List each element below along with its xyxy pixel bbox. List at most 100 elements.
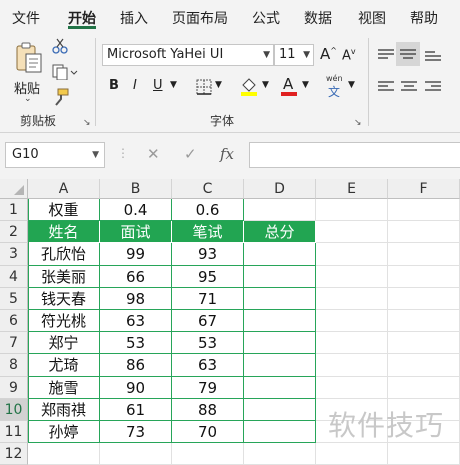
align-middle-button[interactable] (396, 42, 420, 66)
cell[interactable] (316, 443, 388, 465)
name-cell[interactable]: 钱天春 (28, 287, 100, 310)
name-cell[interactable]: 符光桃 (28, 310, 100, 333)
written-score-cell[interactable]: 79 (172, 376, 244, 399)
row-header[interactable]: 8 (0, 354, 28, 377)
total-score-cell[interactable] (244, 287, 316, 310)
total-score-cell[interactable] (244, 398, 316, 421)
cell[interactable] (28, 443, 100, 465)
name-cell[interactable]: 孔欣怡 (28, 243, 100, 266)
tab-formulas[interactable]: 公式 (252, 8, 280, 28)
cell[interactable] (316, 287, 388, 310)
name-cell[interactable]: 施雪 (28, 376, 100, 399)
interview-score-cell[interactable]: 98 (100, 287, 172, 310)
tab-page-layout[interactable]: 页面布局 (172, 8, 228, 28)
bold-button[interactable]: B (109, 78, 119, 93)
format-painter-icon[interactable] (52, 88, 70, 106)
row-header[interactable]: 6 (0, 310, 28, 333)
fill-color-icon[interactable] (240, 76, 258, 96)
align-top-icon[interactable] (377, 48, 395, 62)
cell[interactable] (316, 221, 388, 244)
written-score-cell[interactable]: 95 (172, 265, 244, 288)
row-header[interactable]: 5 (0, 287, 28, 310)
interview-header-cell[interactable]: 面试 (100, 221, 172, 244)
align-right-icon[interactable] (424, 80, 442, 94)
tab-file[interactable]: 文件 (12, 8, 40, 28)
row-header[interactable]: 3 (0, 243, 28, 266)
written-score-cell[interactable]: 88 (172, 398, 244, 421)
column-header[interactable]: D (244, 179, 316, 199)
row-header[interactable]: 1 (0, 199, 28, 222)
cell[interactable] (316, 199, 388, 222)
column-header[interactable]: E (316, 179, 388, 199)
font-launcher-icon[interactable]: ↘ (354, 118, 362, 128)
column-header[interactable]: C (172, 179, 244, 199)
cell[interactable] (316, 243, 388, 266)
cell[interactable] (244, 199, 316, 222)
row-header[interactable]: 7 (0, 332, 28, 355)
tab-home[interactable]: 开始 (68, 8, 96, 28)
cell[interactable] (172, 443, 244, 465)
font-color-button[interactable]: A (281, 75, 297, 97)
cell[interactable] (316, 332, 388, 355)
font-name-dropdown[interactable]: Microsoft YaHei UI ▼ (102, 44, 274, 66)
enter-icon[interactable]: ✓ (184, 145, 197, 163)
total-score-cell[interactable] (244, 376, 316, 399)
interview-score-cell[interactable]: 61 (100, 398, 172, 421)
written-score-cell[interactable]: 63 (172, 354, 244, 377)
cut-icon[interactable] (52, 38, 68, 54)
formula-input[interactable] (249, 142, 460, 168)
chevron-down-icon[interactable]: ▼ (170, 80, 177, 90)
cell[interactable] (316, 376, 388, 399)
underline-button[interactable]: U (153, 78, 163, 93)
interview-weight-cell[interactable]: 0.4 (100, 199, 172, 222)
name-cell[interactable]: 郑宁 (28, 332, 100, 355)
interview-score-cell[interactable]: 86 (100, 354, 172, 377)
chevron-down-icon[interactable]: ▼ (262, 80, 269, 90)
total-score-cell[interactable] (244, 310, 316, 333)
total-score-cell[interactable] (244, 332, 316, 355)
row-header[interactable]: 12 (0, 443, 28, 465)
align-left-icon[interactable] (377, 80, 395, 94)
tab-help[interactable]: 帮助 (410, 8, 438, 28)
font-size-dropdown[interactable]: 11 ▼ (274, 44, 314, 66)
total-score-cell[interactable] (244, 421, 316, 444)
name-cell[interactable]: 郑雨祺 (28, 398, 100, 421)
interview-score-cell[interactable]: 63 (100, 310, 172, 333)
written-score-cell[interactable]: 70 (172, 421, 244, 444)
chevron-down-icon[interactable]: ▼ (302, 80, 309, 90)
select-all-corner[interactable] (0, 179, 28, 199)
phonetic-guide-button[interactable]: wén 文 (326, 74, 346, 99)
interview-score-cell[interactable]: 53 (100, 332, 172, 355)
tab-view[interactable]: 视图 (358, 8, 386, 28)
column-header[interactable]: B (100, 179, 172, 199)
weight-label-cell[interactable]: 权重 (28, 199, 100, 222)
align-center-icon[interactable] (400, 80, 418, 94)
column-header[interactable]: F (388, 179, 460, 199)
cell[interactable] (388, 332, 460, 355)
written-score-cell[interactable]: 53 (172, 332, 244, 355)
cell[interactable] (388, 265, 460, 288)
cell[interactable] (388, 310, 460, 333)
shrink-font-button[interactable]: Av (342, 47, 356, 63)
row-header[interactable]: 10 (0, 398, 28, 421)
name-cell[interactable]: 孙婷 (28, 421, 100, 444)
interview-score-cell[interactable]: 90 (100, 376, 172, 399)
clipboard-launcher-icon[interactable]: ↘ (83, 118, 91, 128)
interview-score-cell[interactable]: 99 (100, 243, 172, 266)
total-score-cell[interactable] (244, 243, 316, 266)
cell[interactable] (244, 443, 316, 465)
cell[interactable] (316, 265, 388, 288)
copy-icon[interactable] (52, 64, 78, 80)
chevron-down-icon[interactable]: ▼ (215, 80, 222, 90)
interview-score-cell[interactable]: 66 (100, 265, 172, 288)
row-header[interactable]: 2 (0, 221, 28, 244)
total-score-cell[interactable] (244, 265, 316, 288)
row-header[interactable]: 11 (0, 421, 28, 444)
total-header-cell[interactable]: 总分 (244, 221, 316, 244)
row-header[interactable]: 9 (0, 376, 28, 399)
written-score-cell[interactable]: 93 (172, 243, 244, 266)
cancel-icon[interactable]: ✕ (147, 145, 160, 163)
tab-data[interactable]: 数据 (304, 8, 332, 28)
cell[interactable] (100, 443, 172, 465)
cell[interactable] (388, 199, 460, 222)
